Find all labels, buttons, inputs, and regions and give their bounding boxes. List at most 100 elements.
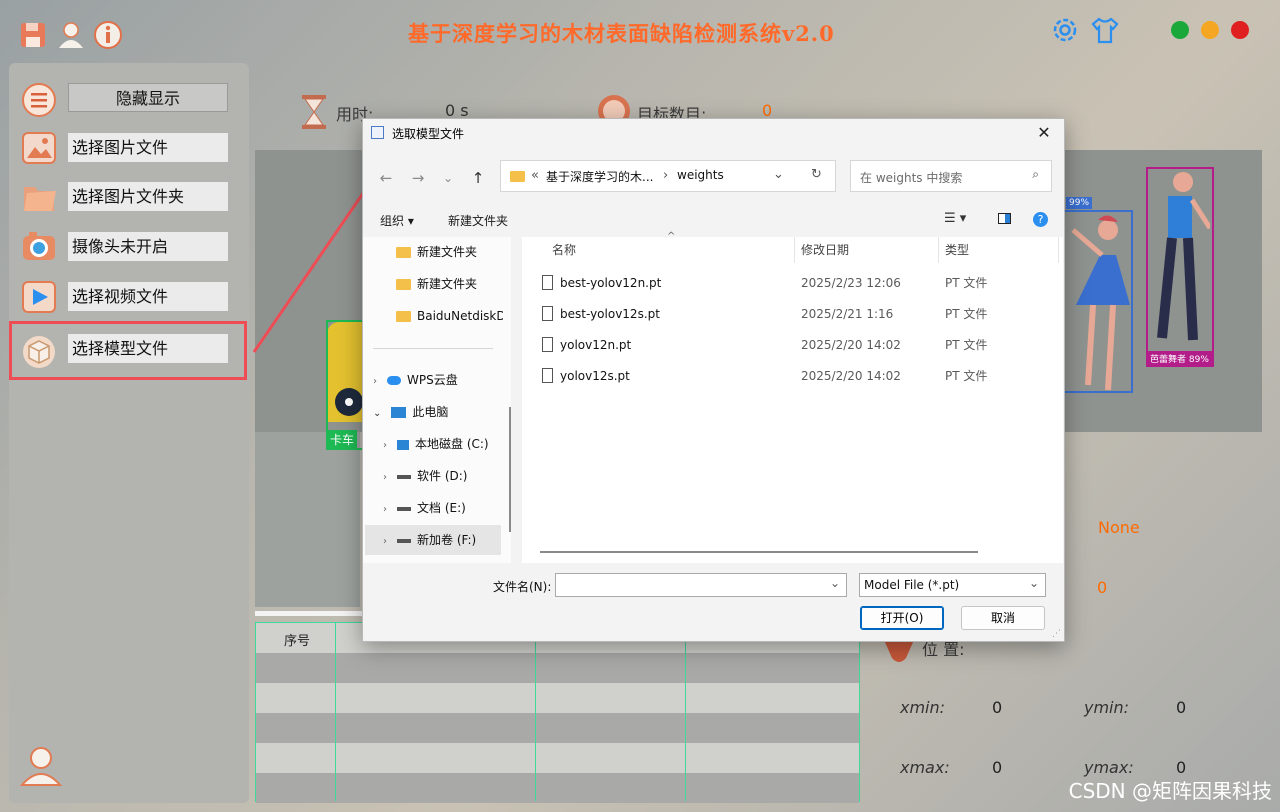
address-folder-icon xyxy=(510,171,525,182)
filename-dropdown-icon[interactable]: ⌄ xyxy=(830,576,840,590)
navigation-pane: 新建文件夹 新建文件夹 BaiduNetdiskD › WPS云盘 ⌄ 此电脑 › 本… xyxy=(363,237,511,563)
truck-detection-label: 卡车 xyxy=(327,430,358,449)
maximize-button[interactable] xyxy=(1201,21,1219,39)
nav-item-drive-e[interactable]: › 文档 (E:) xyxy=(383,493,523,523)
preview-pane-icon[interactable] xyxy=(998,213,1011,224)
folder-icon xyxy=(21,179,57,215)
view-menu-icon[interactable]: ☰ ▾ xyxy=(944,211,966,226)
search-input[interactable]: 在 weights 中搜索 ⌕ xyxy=(850,160,1052,192)
camera-button[interactable]: 摄像头未开启 xyxy=(68,232,228,261)
type-value: None xyxy=(1098,518,1140,537)
sort-indicator-icon: ^ xyxy=(667,231,676,242)
minimize-button[interactable] xyxy=(1171,21,1189,39)
table-row[interactable] xyxy=(256,773,859,803)
image-icon xyxy=(21,130,57,166)
image-display-lower xyxy=(255,432,360,607)
app-title: 基于深度学习的木材表面缺陷检测系统v2.0 xyxy=(408,21,835,46)
breadcrumb-parent[interactable]: 基于深度学习的木... xyxy=(546,168,653,185)
resize-grip-icon[interactable]: ⋰ xyxy=(1052,629,1061,639)
file-icon xyxy=(542,275,553,290)
address-dropdown-icon[interactable]: ⌄ xyxy=(773,167,784,182)
new-folder-button[interactable]: 新建文件夹 xyxy=(448,212,508,229)
filename-input[interactable]: ⌄ xyxy=(555,573,847,597)
file-row[interactable]: best-yolov12s.pt 2025/2/21 1:16 PT 文件 xyxy=(522,299,1052,329)
filename-label: 文件名(N): xyxy=(493,580,552,594)
settings-gear-icon[interactable] xyxy=(1050,15,1080,45)
dialog-close-icon[interactable]: ✕ xyxy=(1030,121,1058,145)
nav-item-folder[interactable]: BaiduNetdiskD xyxy=(396,301,503,331)
back-arrow-icon[interactable]: ← xyxy=(375,169,397,187)
save-icon[interactable] xyxy=(18,20,48,50)
hourglass-icon xyxy=(300,94,328,134)
nav-item-folder[interactable]: 新建文件夹 xyxy=(396,269,536,299)
column-header-date[interactable]: 修改日期 xyxy=(801,241,849,258)
ymin-value: 0 xyxy=(1176,698,1187,717)
progress-bar xyxy=(255,611,365,616)
highlight-box xyxy=(9,321,247,380)
nav-item-drive-f[interactable]: › 新加卷 (F:) xyxy=(365,525,501,555)
file-row[interactable]: yolov12s.pt 2025/2/20 14:02 PT 文件 xyxy=(522,361,1052,391)
table-row[interactable] xyxy=(256,743,859,774)
nav-divider xyxy=(373,348,493,349)
column-header-type[interactable]: 类型 xyxy=(945,241,969,258)
horizontal-scrollbar[interactable] xyxy=(540,551,978,553)
menu-toggle-icon[interactable] xyxy=(21,82,57,118)
column-header-name[interactable]: 名称 xyxy=(552,241,576,258)
table-row[interactable] xyxy=(256,653,859,684)
results-table[interactable]: 序号 xyxy=(255,622,860,803)
nav-item-folder[interactable]: 新建文件夹 xyxy=(396,237,536,267)
select-image-button[interactable]: 选择图片文件 xyxy=(68,133,228,162)
file-icon xyxy=(542,306,553,321)
table-divider xyxy=(535,623,536,801)
history-chevron-icon[interactable]: ⌄ xyxy=(437,171,459,185)
file-type-dropdown-icon[interactable]: ⌄ xyxy=(1029,576,1039,590)
close-button[interactable] xyxy=(1231,21,1249,39)
address-bar[interactable]: « 基于深度学习的木... › weights ⌄ ↻ xyxy=(500,160,836,192)
confidence-value: 0 xyxy=(1097,578,1108,597)
help-icon[interactable]: ? xyxy=(1033,212,1048,227)
info-icon[interactable] xyxy=(93,20,123,50)
nav-item-drive-c[interactable]: › 本地磁盘 (C:) xyxy=(383,429,523,459)
xmax-label: xmax: xyxy=(900,758,950,777)
xmax-value: 0 xyxy=(992,758,1003,777)
file-icon xyxy=(542,337,553,352)
file-icon xyxy=(542,368,553,383)
select-folder-button[interactable]: 选择图片文件夹 xyxy=(68,182,228,211)
avatar-icon[interactable] xyxy=(19,743,63,787)
dialog-title: 选取模型文件 xyxy=(392,127,465,141)
nav-item-drive-d[interactable]: › 软件 (D:) xyxy=(383,461,523,491)
table-row[interactable] xyxy=(256,713,859,744)
refresh-icon[interactable]: ↻ xyxy=(811,167,822,182)
sidebar: 隐藏显示 选择图片文件 选择图片文件夹 摄像头未开启 选择视频文件 选择模型文件 xyxy=(9,63,249,803)
ymin-label: ymin: xyxy=(1084,698,1130,717)
table-divider xyxy=(685,623,686,801)
xmin-value: 0 xyxy=(992,698,1003,717)
toggle-display-button[interactable]: 隐藏显示 xyxy=(68,83,228,112)
column-separator xyxy=(794,237,795,263)
forward-arrow-icon[interactable]: → xyxy=(407,169,429,187)
camera-icon xyxy=(21,228,57,264)
dancer1-detection-label: 99% xyxy=(1066,197,1093,209)
table-row[interactable] xyxy=(256,683,859,714)
cancel-button[interactable]: 取消 xyxy=(961,606,1045,630)
dialog-app-icon xyxy=(371,126,384,139)
search-placeholder: 在 weights 中搜索 xyxy=(860,171,963,185)
user-icon[interactable] xyxy=(56,20,86,50)
nav-item-this-pc[interactable]: ⌄ 此电脑 xyxy=(373,397,513,427)
table-divider xyxy=(335,623,336,801)
up-arrow-icon[interactable]: ↑ xyxy=(467,169,489,187)
file-type-select[interactable]: Model File (*.pt) ⌄ xyxy=(859,573,1046,597)
video-icon xyxy=(21,279,57,315)
breadcrumb-current[interactable]: weights xyxy=(677,168,724,182)
file-row[interactable]: best-yolov12n.pt 2025/2/23 12:06 PT 文件 xyxy=(522,268,1052,298)
watermark: CSDN @矩阵因果科技 xyxy=(1068,779,1272,803)
column-separator xyxy=(1058,237,1059,263)
organize-menu[interactable]: 组织 ▾ xyxy=(380,212,414,229)
nav-item-wps-cloud[interactable]: › WPS云盘 xyxy=(373,365,513,395)
nav-scrollbar[interactable] xyxy=(509,407,511,532)
table-header-index: 序号 xyxy=(284,634,311,649)
file-row[interactable]: yolov12n.pt 2025/2/20 14:02 PT 文件 xyxy=(522,330,1052,360)
open-button[interactable]: 打开(O) xyxy=(860,606,944,630)
select-video-button[interactable]: 选择视频文件 xyxy=(68,282,228,311)
theme-shirt-icon[interactable] xyxy=(1090,15,1120,45)
